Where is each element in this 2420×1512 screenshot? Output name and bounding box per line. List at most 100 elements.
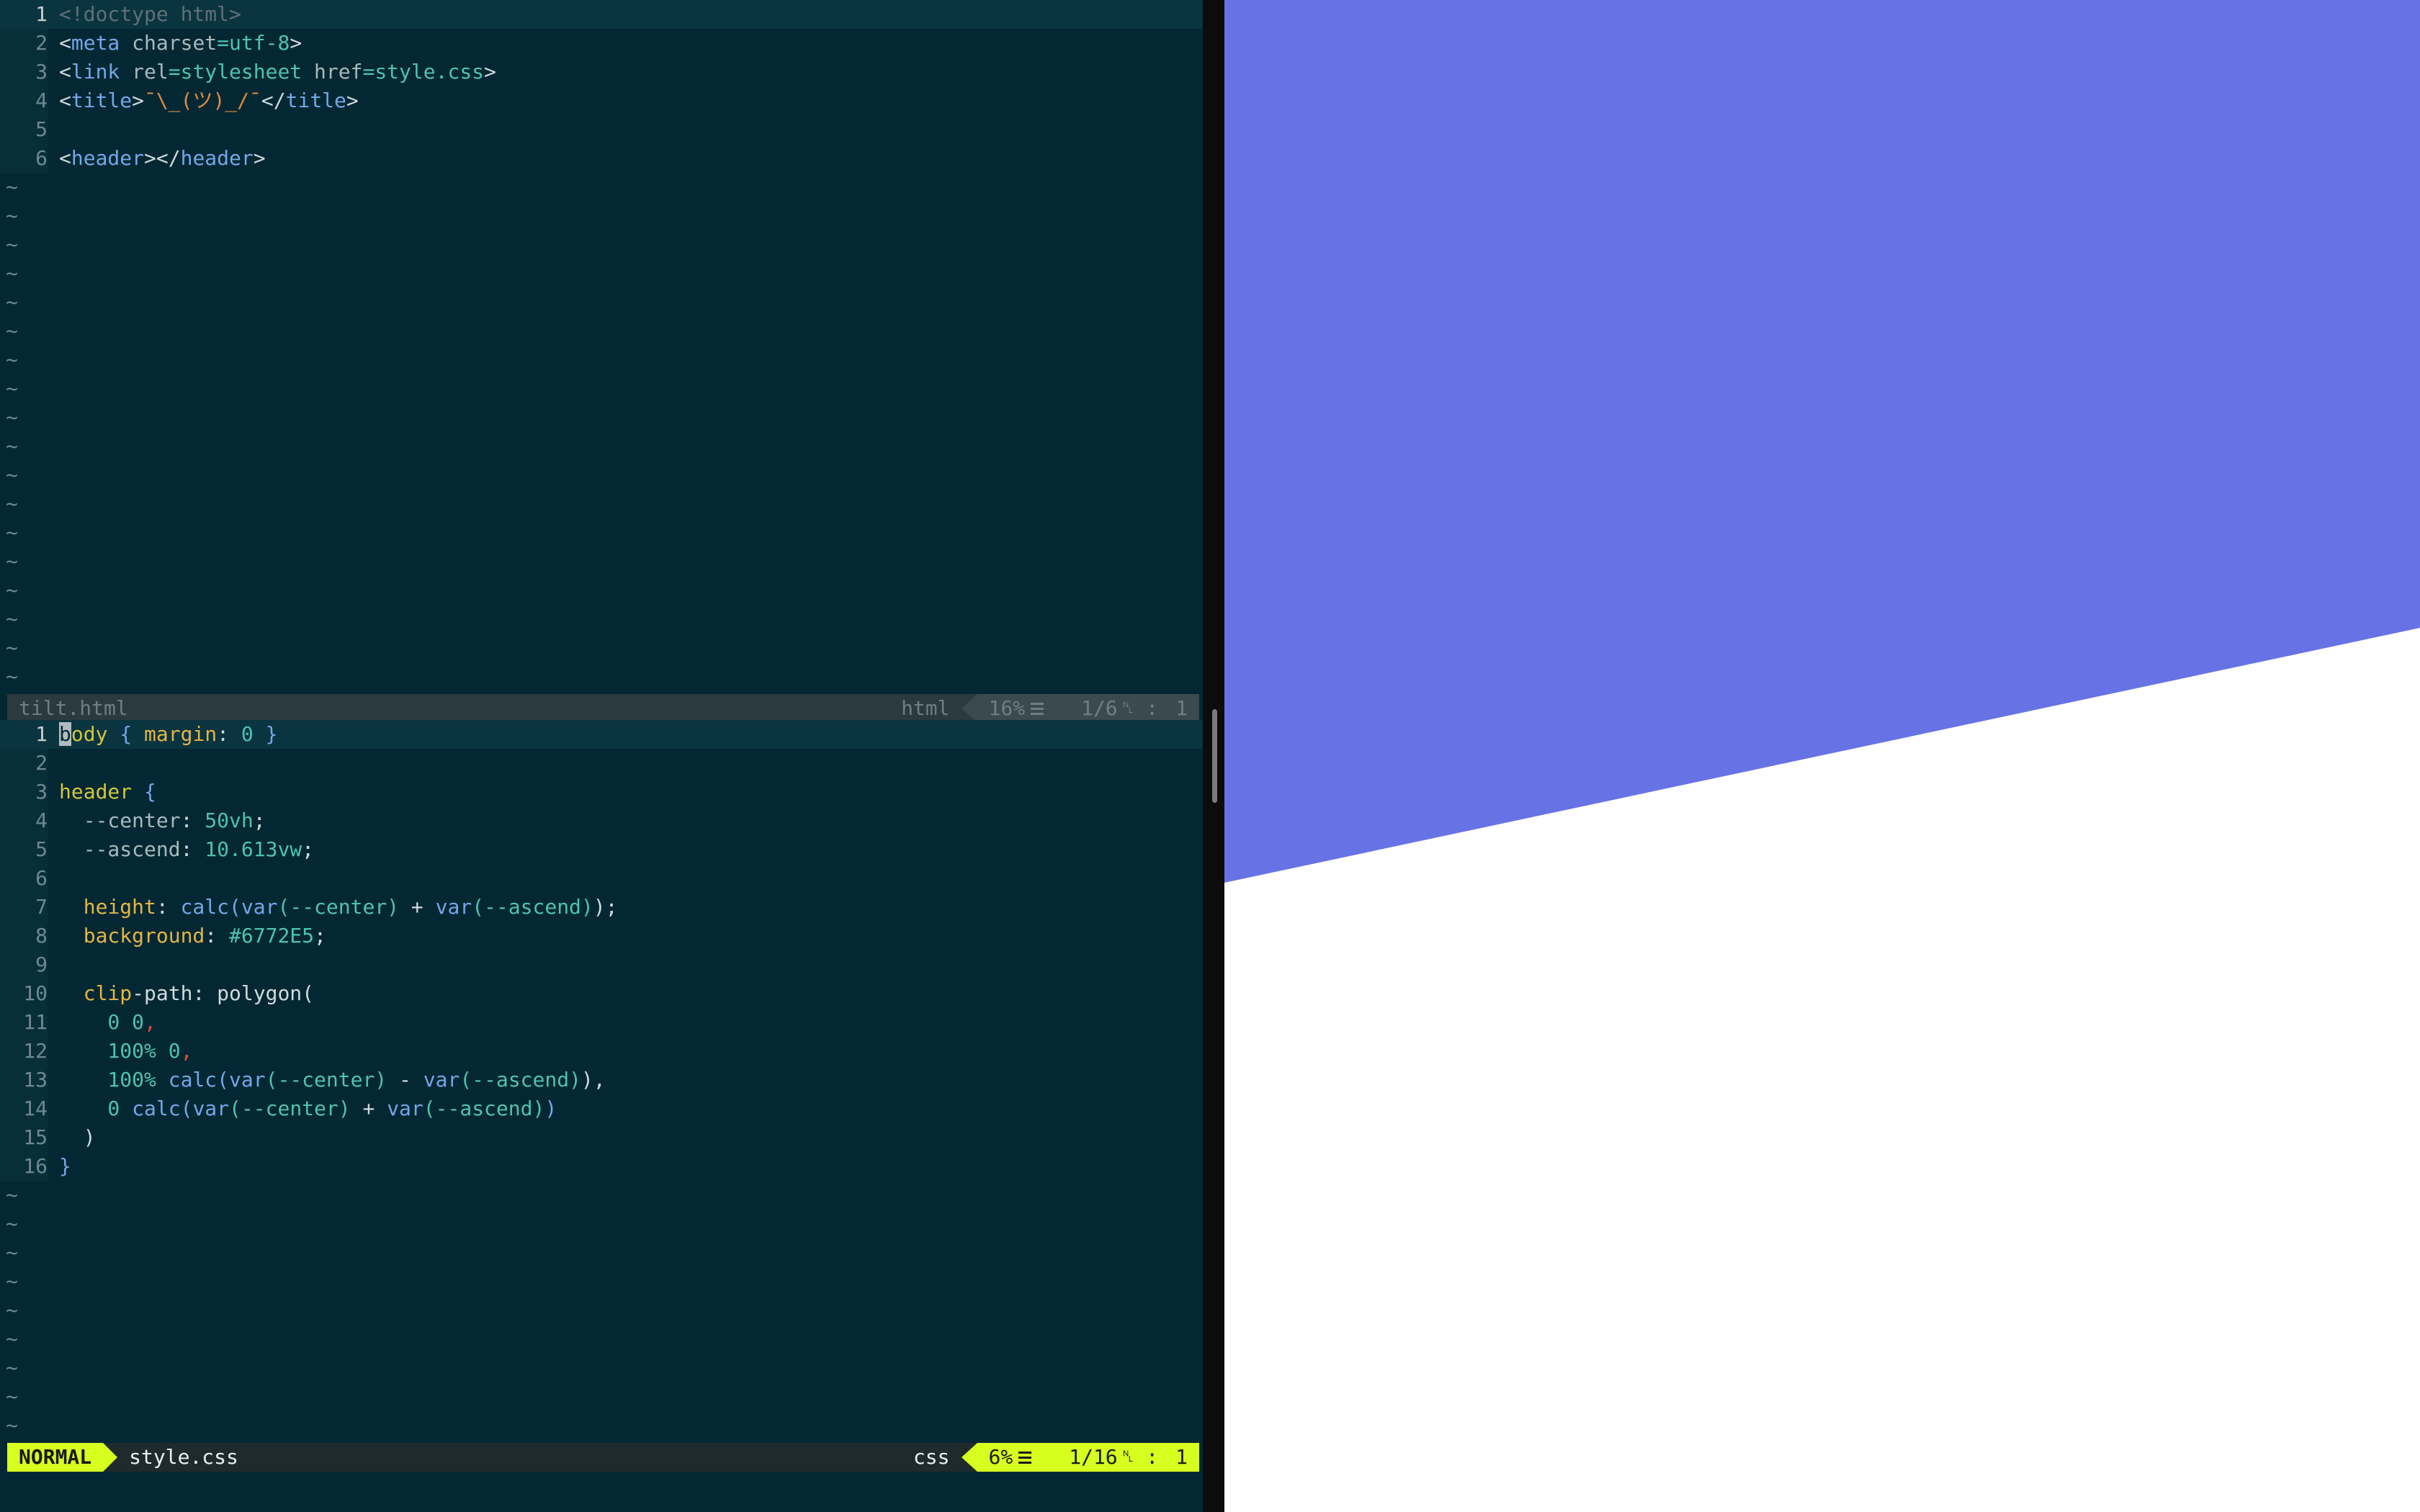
code-line[interactable]: 10 clip-path: polygon( xyxy=(0,979,1203,1008)
line-number: 10 xyxy=(0,979,48,1008)
code-line[interactable]: 5 xyxy=(0,115,1203,144)
line-number: 1 xyxy=(0,720,48,749)
code-token: title xyxy=(285,89,346,112)
code-token: --center xyxy=(59,809,181,832)
code-line[interactable]: 1 <!doctype html> xyxy=(0,0,1203,29)
editor-pane-tilt-html[interactable]: 1 <!doctype html> 2 <meta charset=utf-8> 3 <l… xyxy=(0,0,1203,691)
code-line[interactable]: 16} xyxy=(0,1152,1203,1181)
code-token: calc xyxy=(180,895,230,919)
line-text: <header></header> xyxy=(59,144,266,173)
tilde-marker: ~ xyxy=(6,521,18,544)
tilde-marker: ~ xyxy=(6,1183,18,1207)
code-token: , xyxy=(180,1039,193,1063)
code-line[interactable]: 3 header { xyxy=(0,778,1203,806)
tilted-header-shape xyxy=(1224,0,2420,883)
line-number: 5 xyxy=(0,115,48,144)
line-number: 1 xyxy=(0,0,48,29)
lines-icon xyxy=(1029,694,1045,723)
code-token: ; xyxy=(314,924,326,948)
code-line[interactable]: 2 xyxy=(0,749,1203,778)
tilde-marker: ~ xyxy=(6,1298,18,1322)
status-filetype: css xyxy=(913,1445,950,1469)
line-number: 4 xyxy=(0,806,48,835)
line-number-icon: ␤ xyxy=(1121,699,1135,717)
vim-editor[interactable]: 1 <!doctype html> 2 <meta charset=utf-8> 3 <l… xyxy=(0,0,1203,1512)
line-text: ) xyxy=(59,1123,96,1152)
line-text: <title>¯\_(ツ)_/¯</title> xyxy=(59,86,359,115)
mode-indicator: NORMAL xyxy=(7,1443,104,1472)
line-number: 7 xyxy=(0,893,48,922)
line-text: 100% calc(var(--center) - var(--ascend))… xyxy=(59,1066,605,1094)
code-token: : xyxy=(156,895,181,919)
tilde-marker: ~ xyxy=(6,405,18,429)
status-position: 1/16 xyxy=(1069,1445,1118,1469)
editor-pane-style-css[interactable]: 1 body { margin: 0 } 2 3 header {4 --center:… xyxy=(0,720,1203,1440)
code-line[interactable]: 15 ) xyxy=(0,1123,1203,1152)
code-token: > xyxy=(253,146,266,170)
code-token: , xyxy=(144,1010,156,1034)
status-filetype: html xyxy=(901,696,950,720)
code-line[interactable]: 4 <title>¯\_(ツ)_/¯</title> xyxy=(0,86,1203,115)
code-token: =style.css xyxy=(362,60,485,84)
code-token: 50vh xyxy=(205,809,254,832)
tilde-marker: ~ xyxy=(6,1413,18,1437)
tilde-marker: ~ xyxy=(6,434,18,458)
code-token: var xyxy=(229,1068,266,1092)
code-line[interactable]: 12 100% 0, xyxy=(0,1037,1203,1066)
tilde-marker: ~ xyxy=(6,377,18,400)
inactive-status-line: tilt.html html 16% 1/6 ␤ : 1 xyxy=(7,694,1199,723)
code-line[interactable]: 8 background: #6772E5; xyxy=(0,922,1203,950)
code-line[interactable]: 6 <header></header> xyxy=(0,144,1203,173)
code-line[interactable]: 14 0 calc(var(--center) + var(--ascend)) xyxy=(0,1094,1203,1123)
code-token: + xyxy=(350,1097,387,1120)
code-line[interactable]: 5 --ascend: 10.613vw; xyxy=(0,835,1203,864)
browser-preview xyxy=(1224,0,2420,1512)
code-line[interactable]: 11 0 0, xyxy=(0,1008,1203,1037)
line-text: --ascend: 10.613vw; xyxy=(59,835,314,864)
status-colon: : xyxy=(1146,696,1159,720)
separator-arrow xyxy=(961,1443,977,1472)
code-line[interactable]: 1 body { margin: 0 } xyxy=(0,720,1203,749)
separator-arrow xyxy=(961,694,977,723)
code-token: header xyxy=(59,780,133,804)
tilde-marker: ~ xyxy=(6,319,18,343)
code-token: =utf-8 xyxy=(217,31,290,55)
code-token: meta xyxy=(71,31,120,55)
line-text: body { margin: 0 } xyxy=(59,720,277,749)
code-token: < xyxy=(59,60,71,84)
code-token: < xyxy=(59,146,71,170)
status-filename: tilt.html xyxy=(19,696,128,720)
line-text: height: calc(var(--center) + var(--ascen… xyxy=(59,893,618,922)
code-line[interactable]: 13 100% calc(var(--center) - var(--ascen… xyxy=(0,1066,1203,1094)
code-token: ) xyxy=(544,1097,557,1120)
line-text: --center: 50vh; xyxy=(59,806,266,835)
code-token: < xyxy=(59,31,71,55)
tilde-marker: ~ xyxy=(6,1212,18,1236)
status-column: 1 xyxy=(1175,1445,1188,1469)
line-text: clip-path: polygon( xyxy=(59,979,314,1008)
code-token: 100% xyxy=(59,1039,156,1063)
status-position: 1/6 xyxy=(1081,696,1118,720)
code-token: (--ascend) xyxy=(472,895,593,919)
code-token: clip xyxy=(59,981,133,1005)
line-number: 16 xyxy=(0,1152,48,1181)
code-token: 0 xyxy=(241,722,254,746)
line-number: 4 xyxy=(0,86,48,115)
code-line[interactable]: 9 xyxy=(0,950,1203,979)
code-token: var xyxy=(192,1097,230,1120)
tilde-marker: ~ xyxy=(6,1385,18,1408)
line-number: 15 xyxy=(0,1123,48,1152)
status-percent: 16% xyxy=(988,696,1026,720)
code-line[interactable]: 3 <link rel=stylesheet href=style.css> xyxy=(0,58,1203,86)
code-token: { xyxy=(132,780,156,804)
code-line[interactable]: 2 <meta charset=utf-8> xyxy=(0,29,1203,58)
code-token: ; xyxy=(253,809,266,832)
line-number: 8 xyxy=(0,922,48,950)
code-line[interactable]: 7 height: calc(var(--center) + var(--asc… xyxy=(0,893,1203,922)
code-token: #6772E5 xyxy=(229,924,315,948)
code-line[interactable]: 6 xyxy=(0,864,1203,893)
scrollbar-thumb[interactable] xyxy=(1212,709,1217,803)
code-token: (--center) xyxy=(229,1097,351,1120)
lines-icon xyxy=(1017,1443,1033,1472)
code-line[interactable]: 4 --center: 50vh; xyxy=(0,806,1203,835)
